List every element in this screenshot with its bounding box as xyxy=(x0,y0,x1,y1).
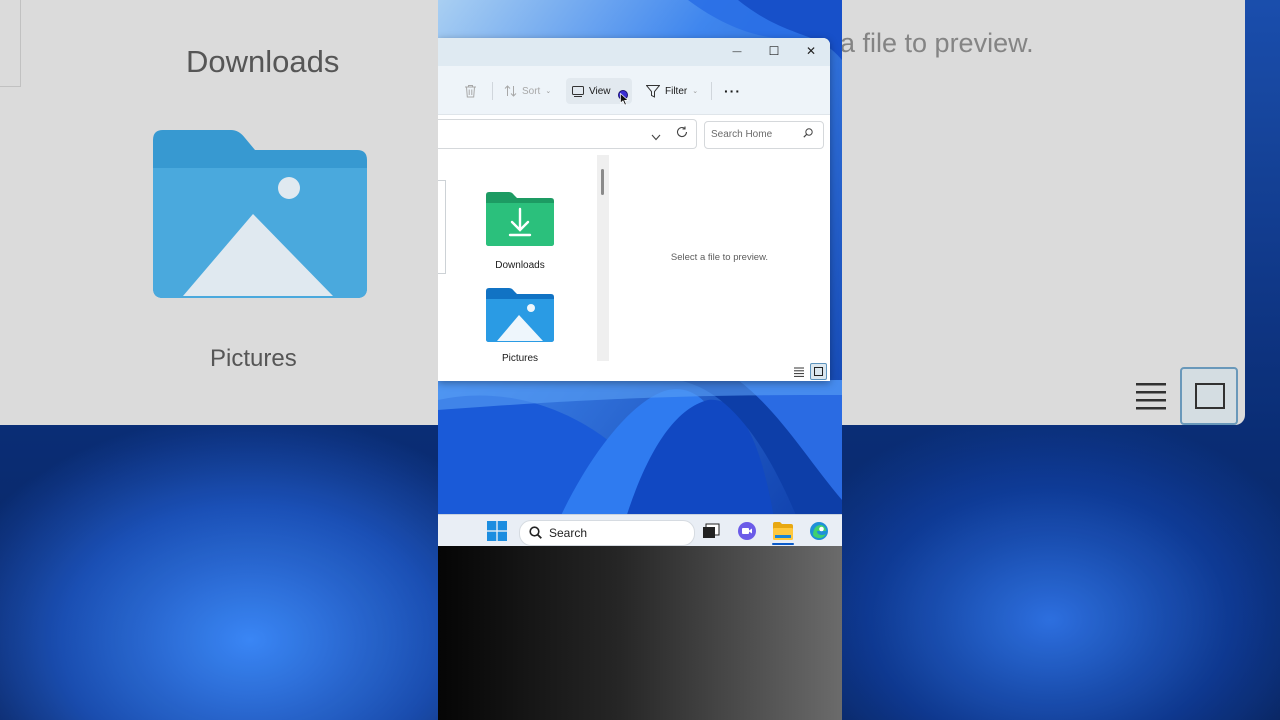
sort-icon xyxy=(504,85,517,97)
details-view-icon[interactable] xyxy=(794,364,804,381)
folder-tile-downloads[interactable]: Downloads xyxy=(478,191,562,271)
file-explorer-icon[interactable] xyxy=(772,520,794,542)
taskbar-search-label: Search xyxy=(549,526,588,540)
preview-pane-icon[interactable] xyxy=(810,363,827,380)
navigation-card-edge xyxy=(438,180,446,274)
pictures-folder-icon xyxy=(486,288,554,342)
file-view: Downloads Pictures Select a file to prev… xyxy=(438,155,830,381)
filter-icon xyxy=(646,84,660,98)
title-bar[interactable]: — ☐ ✕ xyxy=(438,38,830,66)
command-bar: Sort ⌄ View Filter ⌄ ··· xyxy=(438,66,830,115)
vertical-scrollbar[interactable] xyxy=(597,155,609,361)
teams-chat-icon[interactable] xyxy=(736,520,758,542)
sort-button[interactable]: Sort ⌄ xyxy=(498,78,557,104)
view-icon xyxy=(572,85,584,97)
more-options-icon: ··· xyxy=(724,83,741,99)
task-view-icon[interactable] xyxy=(700,520,722,542)
close-button[interactable]: ✕ xyxy=(792,38,830,64)
folder-label-pictures: Pictures xyxy=(501,353,539,362)
chevron-down-icon: ⌄ xyxy=(545,88,552,95)
refresh-icon[interactable] xyxy=(676,126,688,141)
active-app-indicator xyxy=(772,543,794,545)
address-bar[interactable] xyxy=(438,119,697,149)
minimize-button[interactable]: — xyxy=(718,38,756,64)
search-input[interactable]: Search Home xyxy=(704,121,824,149)
screen-frame: — ☐ ✕ Sort ⌄ View Filter ⌄ ··· Search Ho… xyxy=(438,0,842,720)
maximize-button[interactable]: ☐ xyxy=(755,38,793,64)
taskbar: Search xyxy=(438,514,842,546)
folder-tile-pictures[interactable]: Pictures xyxy=(478,287,562,381)
filter-button[interactable]: Filter ⌄ xyxy=(640,78,704,104)
search-placeholder: Search Home xyxy=(711,129,773,140)
chevron-down-icon: ⌄ xyxy=(692,88,699,95)
mouse-cursor-icon xyxy=(620,92,629,111)
downloads-folder-icon xyxy=(486,192,554,246)
delete-button[interactable] xyxy=(458,78,483,104)
preview-pane-message: Select a file to preview. xyxy=(670,252,769,263)
more-options-button[interactable]: ··· xyxy=(718,78,747,104)
folder-label-downloads: Downloads xyxy=(495,260,545,271)
trash-icon xyxy=(465,85,476,98)
start-icon[interactable] xyxy=(486,520,508,542)
chevron-down-icon[interactable] xyxy=(651,128,661,146)
taskbar-search-box[interactable]: Search xyxy=(519,520,695,546)
file-explorer-window: — ☐ ✕ Sort ⌄ View Filter ⌄ ··· Search Ho… xyxy=(438,38,830,381)
scrollbar-thumb[interactable] xyxy=(601,169,604,195)
search-icon xyxy=(803,128,813,141)
edge-icon[interactable] xyxy=(808,520,830,542)
search-icon xyxy=(529,526,542,542)
